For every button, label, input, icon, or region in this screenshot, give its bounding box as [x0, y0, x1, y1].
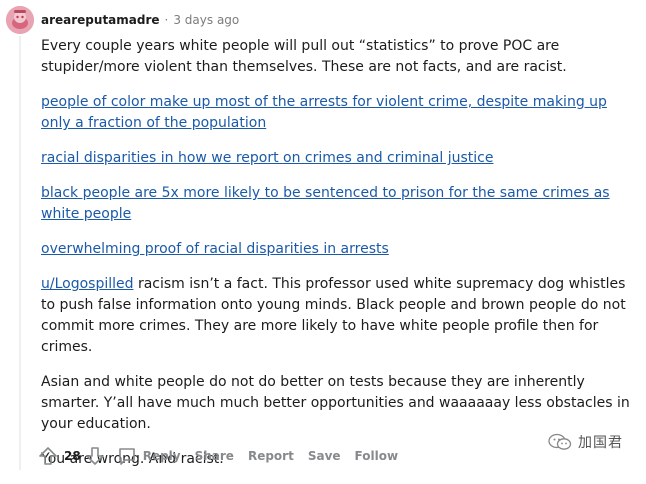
upvote-icon[interactable] [38, 446, 58, 466]
reply-button[interactable]: Reply [117, 446, 181, 466]
paragraph-link-1: people of color make up most of the arre… [41, 92, 631, 134]
report-button[interactable]: Report [248, 449, 294, 463]
link-arrest-disparities[interactable]: overwhelming proof of racial disparities… [41, 241, 389, 257]
paragraph-tests: Asian and white people do not do better … [41, 374, 630, 432]
user-mention-link[interactable]: u/Logospilled [41, 276, 134, 292]
watermark: 加国君 [548, 432, 623, 452]
thread-line[interactable] [19, 36, 21, 470]
follow-button[interactable]: Follow [355, 449, 399, 463]
reply-label: Reply [142, 449, 181, 463]
paragraph-link-4: overwhelming proof of racial disparities… [41, 239, 631, 260]
comment-actions: 28 Reply Share Report Save Follow [38, 445, 398, 467]
username-link[interactable]: areareputamadre [41, 13, 160, 27]
link-sentencing-disparities[interactable]: black people are 5x more likely to be se… [41, 185, 610, 222]
share-button[interactable]: Share [195, 449, 234, 463]
downvote-icon[interactable] [85, 446, 105, 466]
comment-timestamp[interactable]: 3 days ago [173, 13, 239, 27]
user-avatar[interactable] [6, 6, 34, 34]
paragraph-intro: Every couple years white people will pul… [41, 38, 567, 75]
meta-separator: · [164, 13, 169, 27]
watermark-text: 加国君 [578, 435, 623, 451]
comment-body: Every couple years white people will pul… [41, 36, 631, 484]
link-reporting-disparities[interactable]: racial disparities in how we report on c… [41, 150, 493, 166]
comment-header: areareputamadre · 3 days ago [41, 11, 239, 29]
paragraph-mention: u/Logospilled racism isn’t a fact. This … [41, 274, 631, 358]
vote-score: 28 [64, 449, 81, 463]
save-button[interactable]: Save [308, 449, 341, 463]
wechat-icon [548, 433, 572, 450]
snoo-avatar-icon [6, 6, 34, 34]
paragraph-link-3: black people are 5x more likely to be se… [41, 183, 631, 225]
link-arrests-violent-crime[interactable]: people of color make up most of the arre… [41, 94, 607, 131]
comment-bubble-icon [117, 446, 137, 466]
paragraph-link-2: racial disparities in how we report on c… [41, 148, 631, 169]
